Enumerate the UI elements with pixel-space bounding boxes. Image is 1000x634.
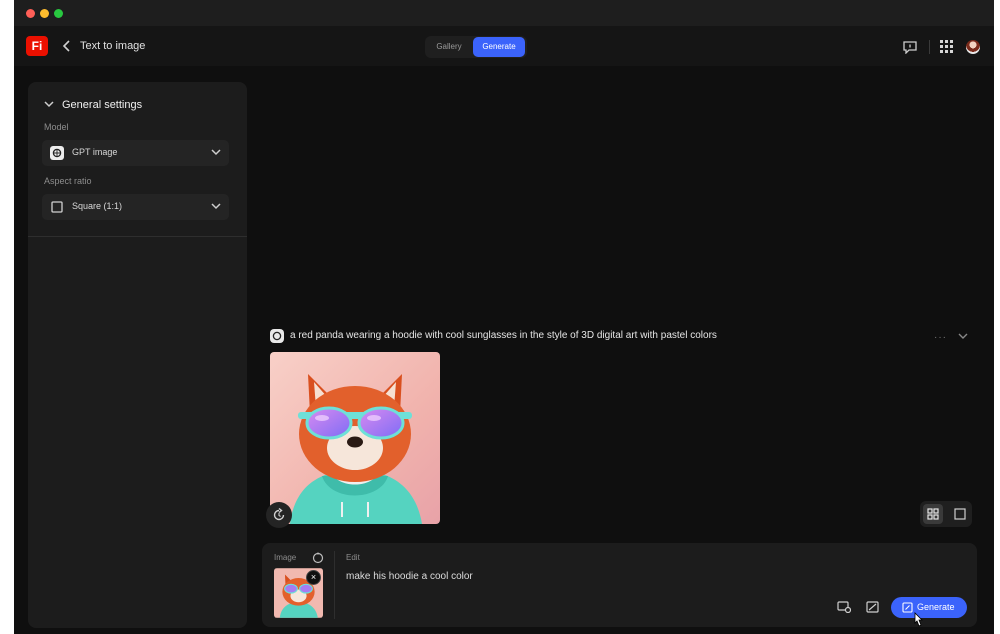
composition-reference-icon[interactable] xyxy=(866,601,880,613)
general-settings-title: General settings xyxy=(62,99,143,111)
single-view-button[interactable] xyxy=(950,504,970,524)
chevron-down-icon[interactable] xyxy=(958,332,968,340)
edit-prompt-input[interactable] xyxy=(346,568,846,584)
zoom-window-button[interactable] xyxy=(54,9,63,18)
composer-divider xyxy=(334,551,335,619)
mode-switcher: Gallery Generate xyxy=(425,36,527,58)
app-window: Fi Text to image Gallery Generate Genera… xyxy=(14,0,994,634)
close-window-button[interactable] xyxy=(26,9,35,18)
edit-composer: Image × Edit make his hoodie a cool colo… xyxy=(262,543,977,627)
prompt-text: a red panda wearing a hoodie with cool s… xyxy=(290,330,717,341)
image-label: Image xyxy=(274,553,297,562)
feedback-icon[interactable] xyxy=(902,40,918,54)
window-titlebar xyxy=(14,0,994,26)
sidebar-divider xyxy=(28,236,247,237)
apps-grid-icon[interactable] xyxy=(940,40,953,53)
chevron-down-icon xyxy=(44,100,54,110)
chevron-down-icon xyxy=(211,203,221,210)
page-title: Text to image xyxy=(80,40,146,52)
model-select[interactable]: GPT image xyxy=(42,140,229,166)
grid-view-icon xyxy=(927,508,939,520)
aspect-ratio-select[interactable]: Square (1:1) xyxy=(42,194,229,220)
generate-button[interactable]: Generate xyxy=(891,597,967,618)
remove-image-button[interactable]: × xyxy=(306,570,321,585)
user-avatar[interactable] xyxy=(966,40,980,54)
model-label: Model xyxy=(44,122,69,132)
settings-panel: General settings Model GPT image Aspect … xyxy=(28,82,247,628)
generated-image[interactable] xyxy=(270,352,440,524)
tab-gallery[interactable]: Gallery xyxy=(427,37,471,57)
edit-label: Edit xyxy=(346,553,360,562)
aspect-ratio-label: Aspect ratio xyxy=(44,176,92,186)
tab-generate[interactable]: Generate xyxy=(473,37,525,57)
more-options-icon[interactable]: ··· xyxy=(934,332,947,343)
replace-image-icon[interactable] xyxy=(312,552,324,564)
minimize-window-button[interactable] xyxy=(40,9,49,18)
style-reference-icon[interactable] xyxy=(837,601,851,613)
model-value: GPT image xyxy=(72,147,118,157)
header-divider xyxy=(929,40,930,54)
chevron-left-icon[interactable] xyxy=(60,39,74,53)
single-view-icon xyxy=(954,508,966,520)
generate-button-label: Generate xyxy=(917,602,955,612)
square-icon xyxy=(51,201,63,213)
app-header: Fi Text to image Gallery Generate xyxy=(14,26,994,66)
openai-icon xyxy=(270,329,284,343)
app-logo[interactable]: Fi xyxy=(26,36,48,56)
openai-icon xyxy=(50,146,64,160)
refresh-icon xyxy=(273,508,285,521)
aspect-ratio-value: Square (1:1) xyxy=(72,201,123,211)
mouse-cursor-icon xyxy=(914,612,923,627)
general-settings-toggle[interactable]: General settings xyxy=(44,99,142,111)
chevron-down-icon xyxy=(211,149,221,156)
grid-view-button[interactable] xyxy=(923,504,943,524)
view-toggle xyxy=(920,501,972,527)
regenerate-button[interactable] xyxy=(266,502,292,528)
